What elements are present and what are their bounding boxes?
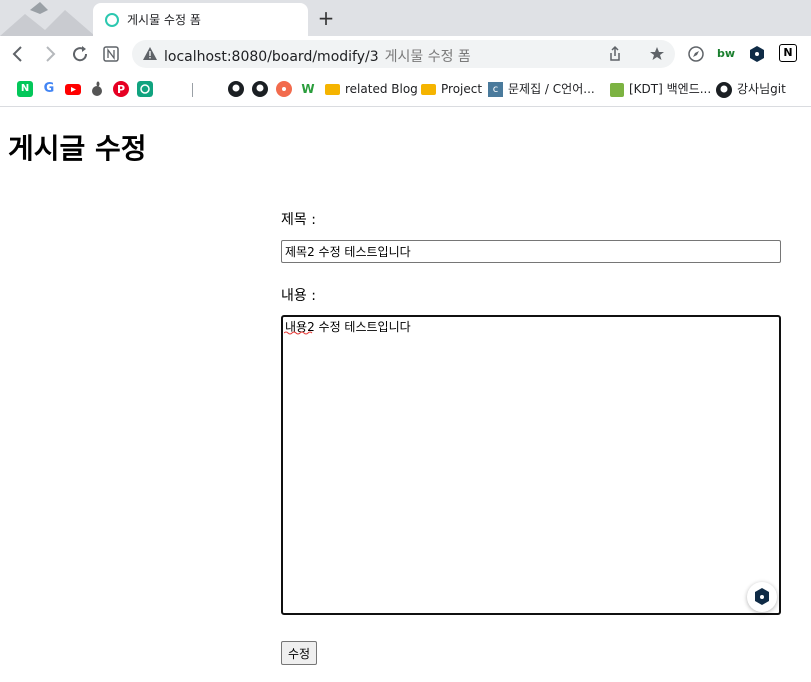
forward-icon[interactable] (38, 42, 62, 66)
bookmark-star-icon[interactable] (648, 45, 666, 63)
browser-tab-bar: 게시물 수정 폼 + (0, 0, 811, 36)
content-label: 내용 : (281, 288, 316, 304)
url-value: localhost:8080/board/modify/3 (164, 49, 379, 65)
deepl-floating-button[interactable] (747, 582, 777, 612)
bookmark-label: Project (441, 82, 483, 96)
theme-decoration (0, 2, 95, 36)
svg-text:P: P (117, 83, 125, 96)
bookmark-instructor-git[interactable]: 강사님git (716, 80, 786, 98)
bookmark-project[interactable]: Project (421, 80, 482, 98)
spellcheck-underline (284, 331, 313, 335)
url-page-title: 게시물 수정 폼 (384, 49, 471, 65)
bookmark-label: 문제집 / C언어... (508, 82, 595, 96)
compass-extension-icon[interactable] (686, 44, 706, 64)
bookmark-label: 강사님git (737, 82, 786, 96)
new-tab-button[interactable]: + (316, 7, 336, 29)
tab-title: 게시물 수정 폼 (127, 13, 201, 27)
github-icon[interactable] (252, 81, 268, 97)
chatgpt-icon[interactable] (137, 81, 153, 97)
deepl-icon (755, 588, 769, 605)
bookmarks-bar: N G P W related Blog Project c 문제집 / C언어.… (0, 72, 811, 107)
deepl-extension-icon[interactable] (747, 44, 767, 64)
bookmark-problem-set[interactable]: c 문제집 / C언어... (488, 80, 595, 98)
title-label: 제목 : (281, 212, 316, 228)
site-icon (610, 82, 624, 97)
back-icon[interactable] (6, 42, 30, 66)
w3schools-icon[interactable]: W (300, 81, 316, 97)
pinterest-icon[interactable]: P (113, 81, 129, 97)
bookmark-kdt-backend[interactable]: [KDT] 백엔드... (610, 80, 711, 98)
site-icon: c (488, 82, 503, 97)
apple-icon[interactable] (89, 81, 105, 97)
active-tab[interactable]: 게시물 수정 폼 (93, 3, 308, 36)
google-icon[interactable]: G (41, 81, 57, 97)
bookmarks-separator (192, 83, 193, 97)
folder-icon (421, 84, 436, 95)
folder-icon (325, 84, 340, 95)
bw-extension-icon[interactable]: bw (716, 44, 736, 64)
title-input[interactable] (281, 240, 781, 263)
github-icon[interactable] (228, 81, 244, 97)
loading-icon (105, 13, 119, 27)
bookmark-label: [KDT] 백엔드... (629, 82, 712, 96)
page-title: 게시글 수정 (8, 132, 147, 165)
address-bar[interactable]: localhost:8080/board/modify/3 게시물 수정 폼 (132, 40, 675, 68)
share-icon[interactable] (606, 45, 624, 63)
notion-extension-icon[interactable]: N (779, 44, 797, 62)
browser-toolbar: localhost:8080/board/modify/3 게시물 수정 폼 bw… (0, 36, 811, 72)
github-icon (716, 81, 732, 98)
submit-button[interactable]: 수정 (281, 641, 318, 665)
youtube-icon[interactable] (65, 81, 81, 97)
url-text: localhost:8080/board/modify/3 게시물 수정 폼 (164, 46, 471, 66)
naver-icon[interactable]: N (17, 81, 33, 97)
bookmark-label: related Blog (345, 82, 418, 96)
notion-icon[interactable] (99, 42, 123, 66)
reload-icon[interactable] (68, 42, 92, 66)
bookmark-related-blog[interactable]: related Blog (325, 80, 418, 98)
content-textarea[interactable]: 내용2 수정 테스트입니다 (281, 315, 781, 615)
tistory-icon[interactable] (276, 81, 292, 97)
not-secure-icon[interactable] (142, 46, 158, 62)
